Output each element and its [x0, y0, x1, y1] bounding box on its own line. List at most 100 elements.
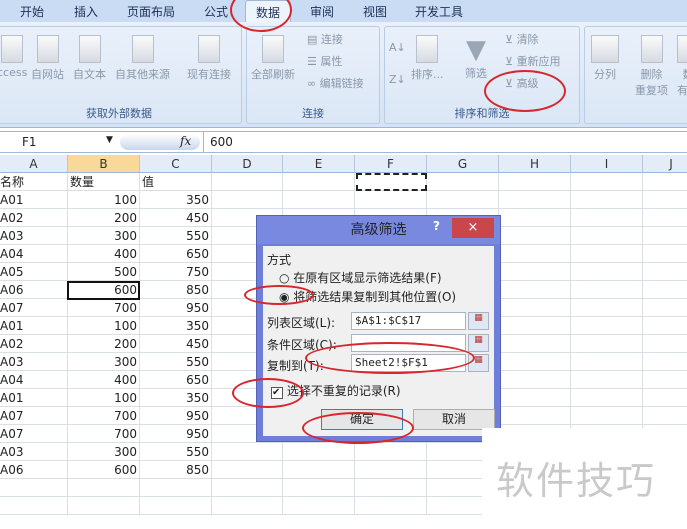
cell[interactable]: [212, 443, 283, 461]
cell[interactable]: 750: [140, 263, 212, 281]
cell[interactable]: 700: [68, 407, 140, 425]
cell[interactable]: [0, 497, 68, 515]
cell[interactable]: A07: [0, 407, 68, 425]
cell[interactable]: [499, 353, 571, 371]
tab-developer[interactable]: 开发工具: [415, 3, 463, 20]
cell[interactable]: [643, 299, 687, 317]
help-button[interactable]: ?: [433, 219, 440, 233]
cell[interactable]: [499, 407, 571, 425]
sort-button[interactable]: 排序...: [411, 35, 444, 82]
cell[interactable]: A01: [0, 389, 68, 407]
cell[interactable]: 200: [68, 209, 140, 227]
cell[interactable]: [140, 479, 212, 497]
column-header-J[interactable]: J: [643, 155, 687, 173]
cell[interactable]: [571, 281, 643, 299]
cell[interactable]: [499, 317, 571, 335]
column-header-G[interactable]: G: [427, 155, 499, 173]
cell[interactable]: [427, 173, 499, 191]
cell[interactable]: [355, 479, 427, 497]
cell[interactable]: 700: [68, 299, 140, 317]
cell[interactable]: 名称: [0, 173, 68, 191]
cell[interactable]: [212, 479, 283, 497]
column-header-E[interactable]: E: [283, 155, 355, 173]
from-access-button[interactable]: ccess: [0, 35, 27, 79]
cell[interactable]: 650: [140, 245, 212, 263]
cell[interactable]: A07: [0, 299, 68, 317]
reapply-button[interactable]: ⊻ 重新应用: [505, 53, 561, 69]
cell[interactable]: [355, 461, 427, 479]
cell[interactable]: [68, 497, 140, 515]
refresh-all-button[interactable]: 全部刷新: [251, 35, 295, 82]
cell[interactable]: 100: [68, 191, 140, 209]
connections-button[interactable]: ▤ 连接: [307, 31, 343, 47]
tab-formulas[interactable]: 公式: [204, 3, 228, 20]
cell[interactable]: [355, 443, 427, 461]
cell[interactable]: 700: [68, 425, 140, 443]
cell[interactable]: [499, 299, 571, 317]
cell[interactable]: [499, 263, 571, 281]
from-other-sources-button[interactable]: 自其他来源: [115, 35, 170, 82]
cell[interactable]: [283, 479, 355, 497]
cell[interactable]: 100: [68, 317, 140, 335]
fx-icon[interactable]: fx: [180, 134, 191, 148]
column-header-D[interactable]: D: [212, 155, 283, 173]
cell[interactable]: [643, 191, 687, 209]
list-range-input[interactable]: $A$1:$C$17: [351, 312, 466, 330]
cell[interactable]: [499, 389, 571, 407]
cell[interactable]: [643, 209, 687, 227]
cell[interactable]: A06: [0, 461, 68, 479]
cell[interactable]: [140, 497, 212, 515]
remove-duplicates-button[interactable]: 删除 重复项: [635, 35, 668, 98]
cell[interactable]: [283, 461, 355, 479]
cell[interactable]: [643, 317, 687, 335]
column-header-A[interactable]: A: [0, 155, 68, 173]
column-header-B[interactable]: B: [68, 155, 140, 173]
cell[interactable]: [571, 263, 643, 281]
cell[interactable]: 950: [140, 425, 212, 443]
cell[interactable]: [643, 173, 687, 191]
cell[interactable]: [499, 209, 571, 227]
cell[interactable]: 550: [140, 353, 212, 371]
cell[interactable]: [571, 353, 643, 371]
clear-button[interactable]: ⊻ 清除: [505, 31, 539, 47]
tab-view[interactable]: 视图: [363, 3, 387, 20]
cell[interactable]: [571, 371, 643, 389]
cell[interactable]: [571, 191, 643, 209]
cell[interactable]: [355, 497, 427, 515]
cell[interactable]: 850: [140, 281, 212, 299]
cell[interactable]: [571, 407, 643, 425]
cell[interactable]: 300: [68, 443, 140, 461]
cell[interactable]: [571, 317, 643, 335]
tab-review[interactable]: 审阅: [310, 3, 334, 20]
cell[interactable]: [643, 245, 687, 263]
cell[interactable]: 350: [140, 389, 212, 407]
cell[interactable]: [499, 227, 571, 245]
range-picker-icon[interactable]: ▦: [468, 312, 489, 330]
cell[interactable]: 950: [140, 407, 212, 425]
column-header-I[interactable]: I: [571, 155, 643, 173]
cell[interactable]: 500: [68, 263, 140, 281]
column-header-F[interactable]: F: [355, 155, 427, 173]
from-text-button[interactable]: 自文本: [73, 35, 106, 82]
cell[interactable]: 550: [140, 443, 212, 461]
cell[interactable]: 400: [68, 245, 140, 263]
cell[interactable]: [283, 443, 355, 461]
cell[interactable]: A05: [0, 263, 68, 281]
cell[interactable]: [283, 173, 355, 191]
cell[interactable]: 350: [140, 317, 212, 335]
cancel-button[interactable]: 取消: [413, 409, 495, 430]
cell[interactable]: [571, 173, 643, 191]
close-button[interactable]: ×: [452, 218, 494, 238]
cell[interactable]: 450: [140, 209, 212, 227]
cell[interactable]: [0, 479, 68, 497]
cell[interactable]: [499, 191, 571, 209]
cell[interactable]: [283, 497, 355, 515]
filter-button[interactable]: ▼ 筛选: [465, 35, 487, 81]
tab-page-layout[interactable]: 页面布局: [127, 3, 175, 20]
cell[interactable]: 400: [68, 371, 140, 389]
cell[interactable]: [212, 191, 283, 209]
tab-insert[interactable]: 插入: [74, 3, 98, 20]
cell[interactable]: A01: [0, 191, 68, 209]
column-header-H[interactable]: H: [499, 155, 571, 173]
cell[interactable]: A06: [0, 281, 68, 299]
